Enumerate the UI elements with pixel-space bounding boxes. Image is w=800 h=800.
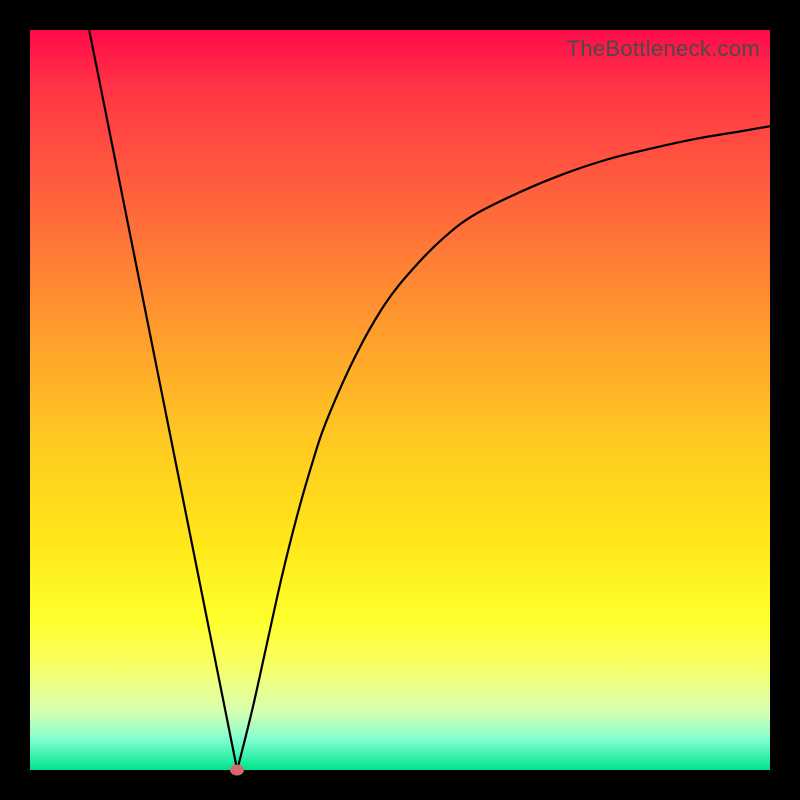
curve-path [89,30,770,770]
minimum-marker-icon [230,765,244,776]
chart-frame: TheBottleneck.com [0,0,800,800]
plot-area: TheBottleneck.com [30,30,770,770]
bottleneck-curve [30,30,770,770]
